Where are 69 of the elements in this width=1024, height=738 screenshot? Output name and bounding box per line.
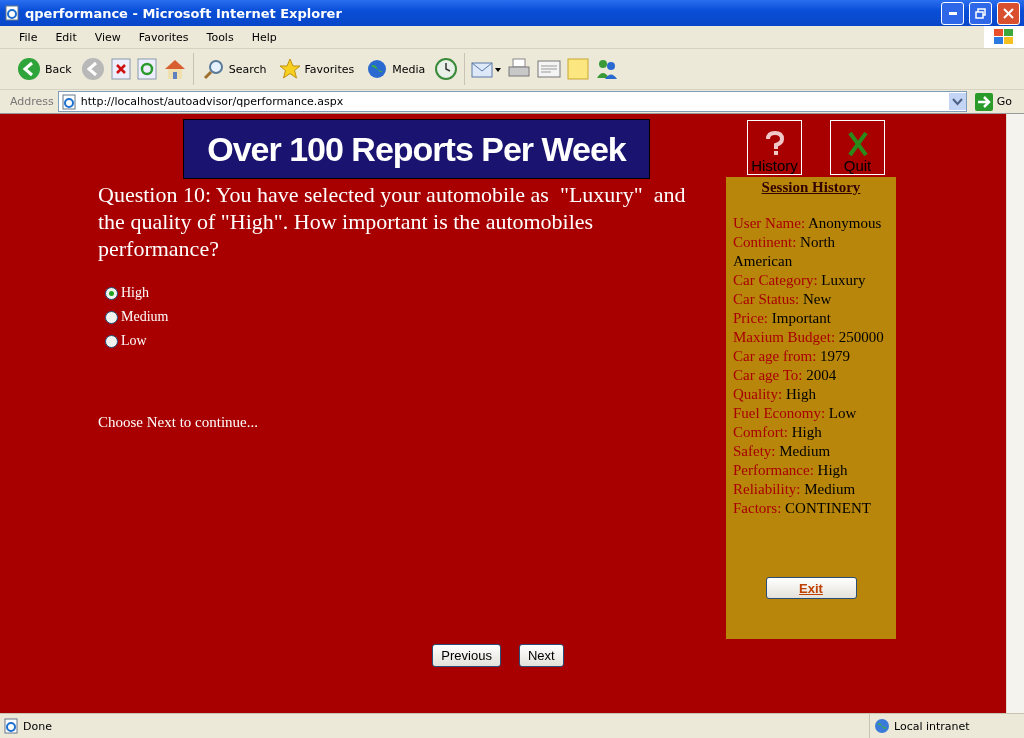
x-mark-icon <box>846 131 869 157</box>
radio-button[interactable] <box>105 286 118 300</box>
window-title: qperformance - Microsoft Internet Explorer <box>25 5 343 21</box>
session-entry: Comfort: High <box>733 423 823 442</box>
session-entry: Car age To: 2004 <box>733 366 838 385</box>
panel-title: Session History <box>760 179 862 196</box>
session-entry: Fuel Economy: Low <box>733 404 858 423</box>
address-field[interactable]: http://localhost/autoadvisor/qperformance.aspx <box>57 91 967 112</box>
menu-item[interactable]: View <box>85 30 130 44</box>
stop-icon[interactable] <box>110 58 131 80</box>
session-entry: Continent: North American <box>733 233 837 271</box>
printer-icon[interactable] <box>507 58 532 80</box>
radio-button[interactable] <box>105 334 118 348</box>
globe-icon <box>366 58 389 80</box>
windows-logo <box>984 26 1024 48</box>
close-icon <box>1003 7 1014 19</box>
radio-option[interactable]: Low <box>105 332 726 350</box>
url-text: http://localhost/autoadvisor/qperformance.aspx <box>80 95 344 108</box>
menu-item[interactable]: Edit <box>46 30 86 44</box>
zone-text: Local intranet <box>894 719 970 733</box>
session-entry: User Name: Anonymous <box>733 214 883 233</box>
radio-option[interactable]: High <box>105 284 726 302</box>
search-icon <box>202 58 225 80</box>
star-icon <box>278 58 301 80</box>
address-label: Address <box>10 95 54 108</box>
restore-icon <box>975 7 986 19</box>
nav-button[interactable]: Previous <box>432 644 501 667</box>
arrow-right-icon <box>974 92 993 111</box>
minimize-icon <box>948 11 957 15</box>
search-button[interactable]: Search <box>199 58 270 80</box>
browser-page-icon <box>60 93 77 110</box>
session-entry: Reliability: Medium <box>733 480 857 499</box>
scrollbar[interactable] <box>1006 114 1024 713</box>
status-text: Done <box>23 719 52 733</box>
menu-item[interactable]: Help <box>242 30 286 44</box>
session-entry: Price: Important <box>733 309 832 328</box>
radio-button[interactable] <box>105 310 118 324</box>
globe-icon <box>874 718 890 734</box>
session-entry: Car Category: Luxury <box>733 271 867 290</box>
people-icon[interactable] <box>595 58 620 80</box>
minimize-button[interactable] <box>941 1 964 25</box>
restore-button[interactable] <box>969 1 992 25</box>
refresh-icon[interactable] <box>136 58 157 80</box>
browser-page-icon <box>3 718 19 734</box>
favorites-button[interactable]: Favorites <box>275 58 358 80</box>
question-text: Question 10: You have selected your automobile as "Luxury" and the quality of "High". How important is the automobiles performance? <box>98 181 687 262</box>
menu-item[interactable]: Tools <box>197 30 243 44</box>
browser-page-icon <box>4 5 20 21</box>
back-button[interactable]: Back <box>14 57 75 81</box>
close-button[interactable] <box>997 1 1020 25</box>
session-entry: Quality: High <box>733 385 817 404</box>
session-entry: Safety: Medium <box>733 442 832 461</box>
session-entry: Performance: High <box>733 461 849 480</box>
session-entry: Factors: CONTINENT <box>733 499 872 518</box>
radio-option[interactable]: Medium <box>105 308 726 326</box>
session-entry: Maxium Budget: 250000 <box>733 328 885 347</box>
banner: Over 100 Reports Per Week <box>183 119 650 179</box>
dropdown-caret-icon[interactable] <box>948 93 966 110</box>
instruction-text: Choose Next to continue... <box>98 414 259 431</box>
menu-item[interactable]: Favorites <box>129 30 198 44</box>
go-button[interactable]: Go <box>970 92 1020 111</box>
session-entry: Car Status: New <box>733 290 833 309</box>
session-entry: Car age from: 1979 <box>733 347 852 366</box>
nav-button[interactable]: Next <box>518 644 564 667</box>
media-button[interactable]: Media <box>363 58 429 80</box>
exit-button[interactable]: Exit <box>765 577 857 599</box>
menu-item[interactable]: File <box>10 30 47 44</box>
history-clock-icon[interactable] <box>434 57 459 81</box>
question-mark-icon <box>763 131 786 157</box>
